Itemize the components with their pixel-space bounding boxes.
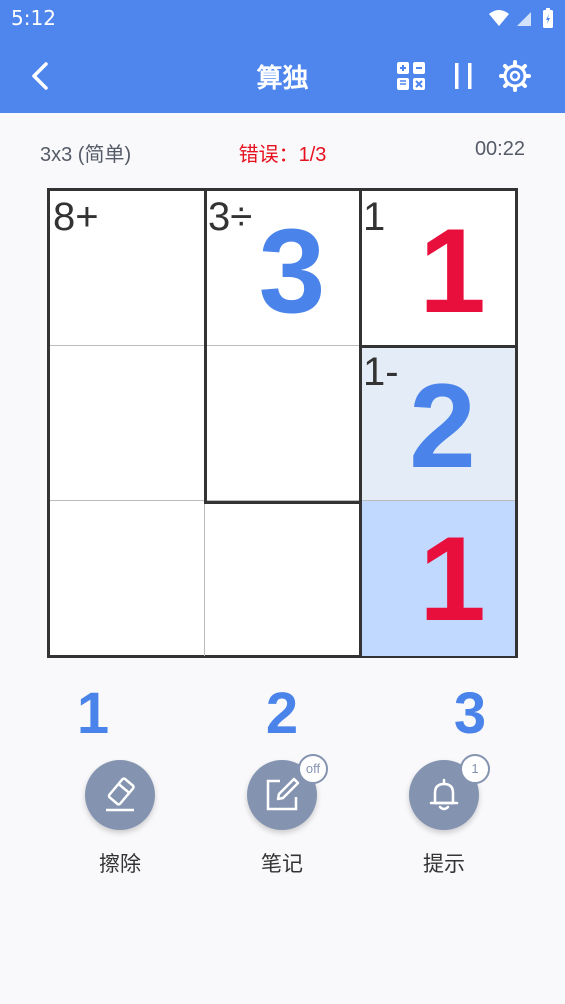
hint-circle[interactable]: 1 [409,754,490,830]
settings-gear-icon[interactable] [497,58,533,94]
erase-circle[interactable] [85,760,155,830]
number-button-1[interactable]: 1 [63,680,123,747]
erase-label: 擦除 [99,852,141,876]
grid-cell-r1-c1[interactable] [205,346,360,501]
grid-cell-r0-c0[interactable]: 8+ [50,191,205,346]
grid-cell-r2-c1[interactable] [205,501,360,656]
notes-circle[interactable]: off [247,754,328,830]
status-bar: 5:12 [0,0,565,38]
notes-button[interactable]: off 笔记 [227,754,337,878]
eraser-icon [106,777,135,812]
cell-value: 1 [419,204,486,338]
grid-cell-r0-c2[interactable]: 11 [360,191,515,346]
calculator-icon[interactable] [393,58,429,94]
notes-label: 笔记 [261,852,303,876]
hint-count-badge: 1 [460,754,490,784]
tool-bar: 擦除 off 笔记 1 提示 [0,754,565,890]
erase-button[interactable]: 擦除 [65,760,175,878]
notes-status-badge: off [298,754,328,784]
cell-value: 3 [258,204,326,338]
wifi-icon [489,10,509,26]
pause-icon[interactable] [445,58,481,94]
grid-cell-r0-c1[interactable]: 3÷ 3 [205,191,360,346]
cage-boundary [359,501,362,656]
signal-icon [517,12,531,26]
cell-value: 1 [419,512,486,646]
error-counter: 错误：1/3 [238,144,327,166]
game-info-bar: 3x3 (简单) 错误：1/3 00:22 [40,138,525,166]
cage-boundary [204,346,207,503]
game-timer: 00:22 [474,138,525,160]
cage-clue: 8+ [53,195,99,239]
cage-boundary [359,345,515,348]
grid-cell-r1-c2[interactable]: 1- 2 [360,346,515,501]
edit-icon [266,777,300,811]
grid-cell-r1-c0[interactable] [50,346,205,501]
cell-value: 2 [409,359,476,493]
bell-icon [429,778,459,811]
back-arrow-icon[interactable] [24,58,60,94]
cage-boundary [204,191,207,346]
grid-cell-r2-c2[interactable]: 1 [360,501,515,656]
hint-button[interactable]: 1 提示 [389,754,499,878]
puzzle-grid: 8+ 3÷ 3 1 1 1- 2 1 [47,188,518,658]
cage-clue: 1 [363,195,386,239]
number-button-3[interactable]: 3 [440,680,500,747]
cage-boundary [204,501,362,504]
system-icons [489,8,553,28]
battery-icon [543,8,553,28]
status-time: 5:12 [11,6,56,30]
number-button-2[interactable]: 2 [252,680,312,747]
number-pad: 1 2 3 [0,680,565,747]
app-bar: 算独 [0,38,565,113]
grid-cell-r2-c0[interactable] [50,501,205,656]
hint-label: 提示 [423,852,465,876]
